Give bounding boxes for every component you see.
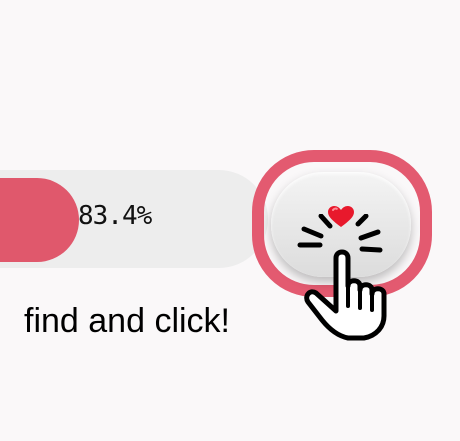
instruction-text: find and click! xyxy=(24,302,230,340)
progress-value-label: 83.4% xyxy=(78,201,152,231)
hand-pointer-icon xyxy=(297,214,387,341)
